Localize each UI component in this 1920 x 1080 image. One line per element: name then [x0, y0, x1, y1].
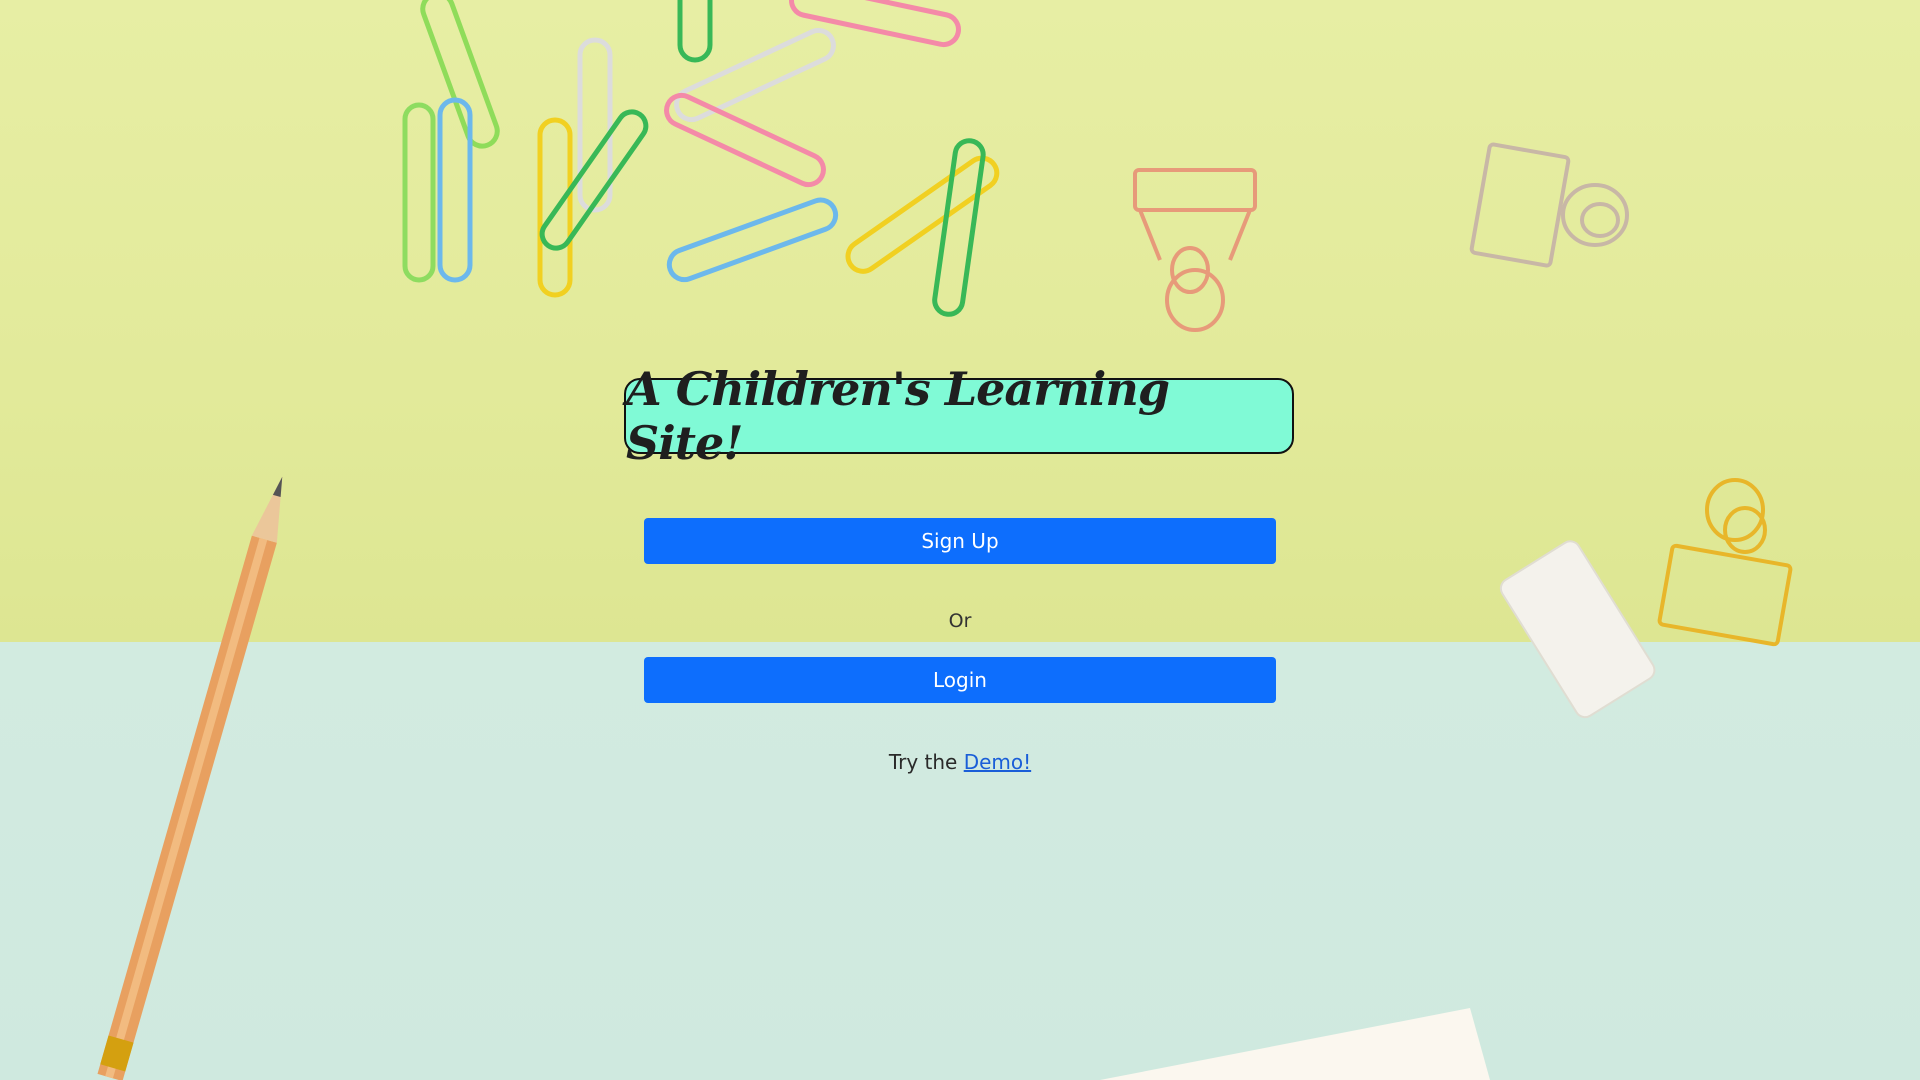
landing-page: A Children's Learning Site! Sign Up Or L… — [0, 0, 1920, 1080]
paperclip-icon — [402, 102, 436, 283]
signup-button[interactable]: Sign Up — [644, 518, 1276, 564]
paperclip-icon — [664, 92, 826, 188]
site-title-banner: A Children's Learning Site! — [624, 362, 1294, 470]
paper-sheet-icon — [1100, 1008, 1490, 1080]
eraser-icon — [1499, 540, 1656, 719]
demo-link[interactable]: Demo! — [964, 750, 1031, 774]
paperclip-icon — [539, 109, 649, 251]
paperclip-icon — [677, 0, 713, 63]
pencil-icon — [97, 476, 283, 1080]
paperclip-icon — [789, 0, 961, 48]
site-title: A Children's Learning Site! — [626, 362, 1170, 470]
binder-clip-icon — [1657, 478, 1793, 647]
binder-clip-icon — [1469, 142, 1629, 268]
paperclip-icon — [674, 27, 836, 123]
or-separator: Or — [948, 610, 972, 632]
paperclip-icon — [666, 197, 839, 283]
paperclip-icon — [932, 138, 986, 317]
binder-clip-icon — [1133, 168, 1257, 332]
demo-prompt: Try the Demo! — [644, 750, 1276, 774]
login-button[interactable]: Login — [644, 657, 1276, 703]
demo-prefix-text: Try the — [888, 750, 964, 774]
